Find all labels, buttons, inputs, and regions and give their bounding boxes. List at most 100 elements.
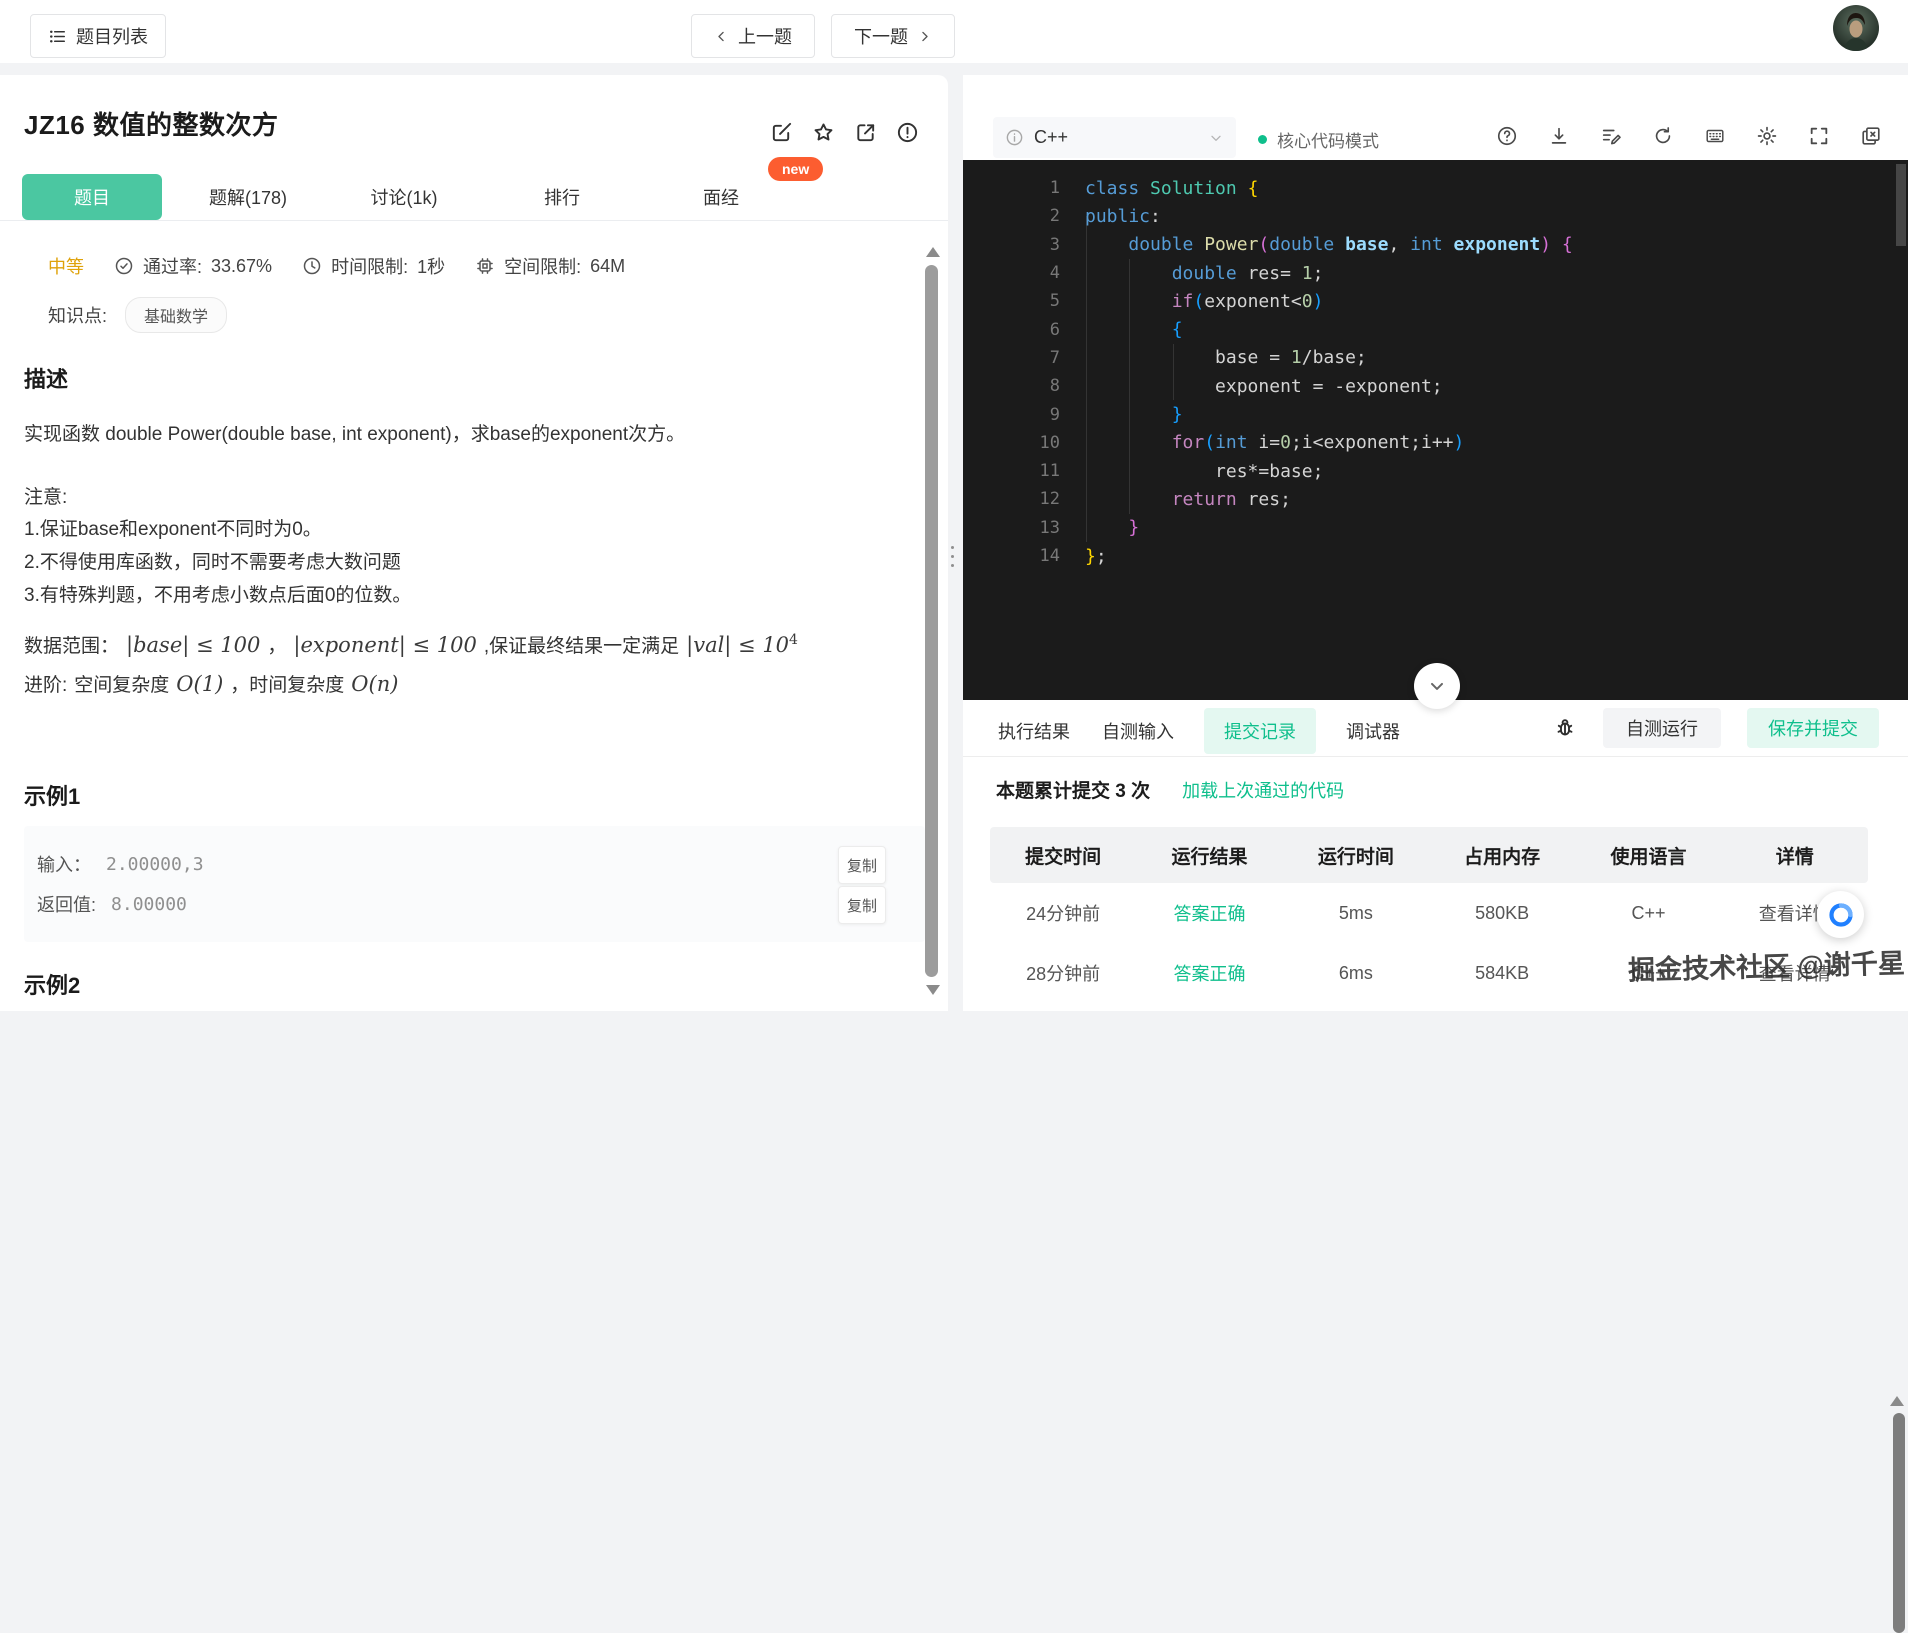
code-text: for(int i=0;i<exponent;i++) [1085, 432, 1464, 453]
left-scrollbar-up[interactable] [926, 247, 940, 257]
editor-toolbar [1496, 125, 1882, 147]
advanced-time-text: ，时间复杂度 [230, 670, 344, 697]
copy-input-button[interactable]: 复制 [838, 846, 886, 884]
refresh-icon[interactable] [1652, 125, 1674, 147]
code-line[interactable]: 3 double Power(double base, int exponent… [963, 231, 1908, 259]
submission-count-text: 本题累计提交 3 次 [996, 776, 1150, 803]
note-line: 3.有特殊判题，不用考虑小数点后面0的位数。 [24, 579, 411, 612]
watermark-text: 掘金技术社区 @谢千星 [1628, 941, 1906, 987]
help-icon[interactable] [1496, 125, 1518, 147]
pass-rate: 通过率: 33.67% [114, 253, 272, 279]
console-tabs: 执行结果自测输入提交记录调试器 [996, 708, 1402, 754]
check-circle-icon [114, 256, 134, 276]
example2-heading: 示例2 [24, 968, 80, 1000]
code-line[interactable]: 4 double res= 1; [963, 259, 1908, 287]
collapse-console-button[interactable] [1414, 663, 1460, 709]
share-external-link-icon[interactable] [854, 121, 877, 144]
code-line[interactable]: 8 exponent = -exponent; [963, 372, 1908, 400]
download-icon[interactable] [1548, 125, 1570, 147]
problem-tab-2[interactable]: 题解(178) [178, 174, 318, 220]
range-sep: ， [267, 631, 286, 658]
example1-box: 输入： 2.00000,3 返回值: 8.00000 复制 复制 [24, 826, 925, 942]
code-line[interactable]: 13 } [963, 514, 1908, 542]
example1-heading: 示例1 [24, 779, 80, 811]
knowledge-tag[interactable]: 基础数学 [125, 297, 227, 333]
console-scrollbar-thumb[interactable] [1893, 1413, 1905, 1633]
table-cell: C++ [1575, 903, 1721, 924]
load-last-passed-link[interactable]: 加载上次通过的代码 [1182, 777, 1344, 803]
problem-tab-4[interactable]: 排行 [492, 174, 632, 220]
pass-rate-label: 通过率: [143, 253, 202, 279]
example1-input-row: 输入： 2.00000,3 [37, 852, 204, 876]
settings-icon[interactable] [1756, 125, 1778, 147]
data-range-line: 数据范围： |base| ≤ 100 ， |exponent| ≤ 100 ,保… [24, 631, 798, 658]
problem-list-button[interactable]: 题目列表 [30, 14, 166, 58]
description-intro: 实现函数 double Power(double base, int expon… [24, 419, 685, 446]
fullscreen-icon[interactable] [1808, 125, 1830, 147]
line-number: 10 [963, 433, 1060, 453]
problem-tab-3[interactable]: 讨论(1k) [334, 174, 474, 220]
line-number: 11 [963, 461, 1060, 481]
console-tab-1[interactable]: 执行结果 [996, 708, 1072, 754]
code-line[interactable]: 1class Solution { [963, 174, 1908, 202]
tab-divider [0, 220, 948, 221]
code-line[interactable]: 7 base = 1/base; [963, 344, 1908, 372]
chevron-left-icon [714, 29, 729, 44]
space-limit-label: 空间限制: [504, 253, 581, 279]
bug-icon[interactable] [1553, 716, 1577, 740]
code-line[interactable]: 5 if(exponent<0) [963, 287, 1908, 315]
chip-icon [475, 256, 495, 276]
code-text: }; [1085, 546, 1107, 567]
range-math-val: |val| ≤ 104 [686, 632, 798, 657]
save-submit-button[interactable]: 保存并提交 [1747, 708, 1879, 748]
problem-panel: JZ16 数值的整数次方 new 题目题解(178)讨论(1k)排行面经 中等 … [0, 75, 948, 1011]
knowledge-row: 知识点: 基础数学 [48, 297, 227, 333]
self-test-run-button[interactable]: 自测运行 [1603, 708, 1721, 748]
code-editor[interactable]: 1class Solution {2public:3 double Power(… [963, 160, 1908, 700]
edit-icon[interactable] [770, 121, 793, 144]
prev-problem-button[interactable]: 上一题 [691, 14, 815, 58]
problem-tab-1[interactable]: 题目 [22, 174, 162, 220]
code-line[interactable]: 10 for(int i=0;i<exponent;i++) [963, 429, 1908, 457]
time-limit-value: 1秒 [417, 253, 445, 279]
chevron-down-icon [1427, 676, 1447, 696]
problem-tab-5[interactable]: 面经 [651, 174, 791, 220]
table-cell: 580KB [1429, 903, 1575, 924]
copy-output-button[interactable]: 复制 [838, 886, 886, 924]
info-icon[interactable] [896, 121, 919, 144]
next-problem-button[interactable]: 下一题 [831, 14, 955, 58]
layout-switch-icon[interactable] [1860, 125, 1882, 147]
notes-list: 1.保证base和exponent不同时为0。2.不得使用库函数，同时不需要考虑… [24, 513, 411, 612]
code-line[interactable]: 6 { [963, 315, 1908, 343]
table-cell: 答案正确 [1136, 900, 1282, 926]
code-line[interactable]: 14}; [963, 542, 1908, 570]
line-number: 13 [963, 518, 1060, 538]
juejin-float-button[interactable] [1817, 891, 1864, 938]
line-number: 5 [963, 291, 1060, 311]
time-limit: 时间限制: 1秒 [302, 253, 445, 279]
table-cell: 584KB [1429, 963, 1575, 984]
language-select[interactable]: C++ [993, 117, 1236, 158]
code-text: public: [1085, 206, 1161, 227]
avatar[interactable] [1833, 5, 1879, 51]
left-scrollbar-thumb[interactable] [925, 265, 938, 977]
code-line[interactable]: 2public: [963, 202, 1908, 230]
left-scrollbar-down[interactable] [926, 985, 940, 995]
language-value: C++ [1034, 127, 1068, 148]
console-tab-3[interactable]: 提交记录 [1204, 708, 1316, 754]
keyboard-icon[interactable] [1704, 125, 1726, 147]
reset-code-icon[interactable] [1600, 125, 1622, 147]
line-number: 3 [963, 235, 1060, 255]
code-line[interactable]: 12 return res; [963, 485, 1908, 513]
editor-scrollbar-thumb[interactable] [1896, 164, 1906, 246]
console-tab-4[interactable]: 调试器 [1344, 708, 1402, 754]
console-tab-2[interactable]: 自测输入 [1100, 708, 1176, 754]
code-line[interactable]: 9 } [963, 400, 1908, 428]
submission-table-header: 提交时间运行结果运行时间占用内存使用语言详情 [990, 827, 1868, 883]
star-icon[interactable] [812, 121, 835, 144]
code-line[interactable]: 11 res*=base; [963, 457, 1908, 485]
panel-resize-handle[interactable] [951, 546, 954, 567]
problem-list-label: 题目列表 [76, 23, 148, 49]
description-heading: 描述 [24, 362, 68, 394]
console-scrollbar-up[interactable] [1890, 1396, 1904, 1406]
